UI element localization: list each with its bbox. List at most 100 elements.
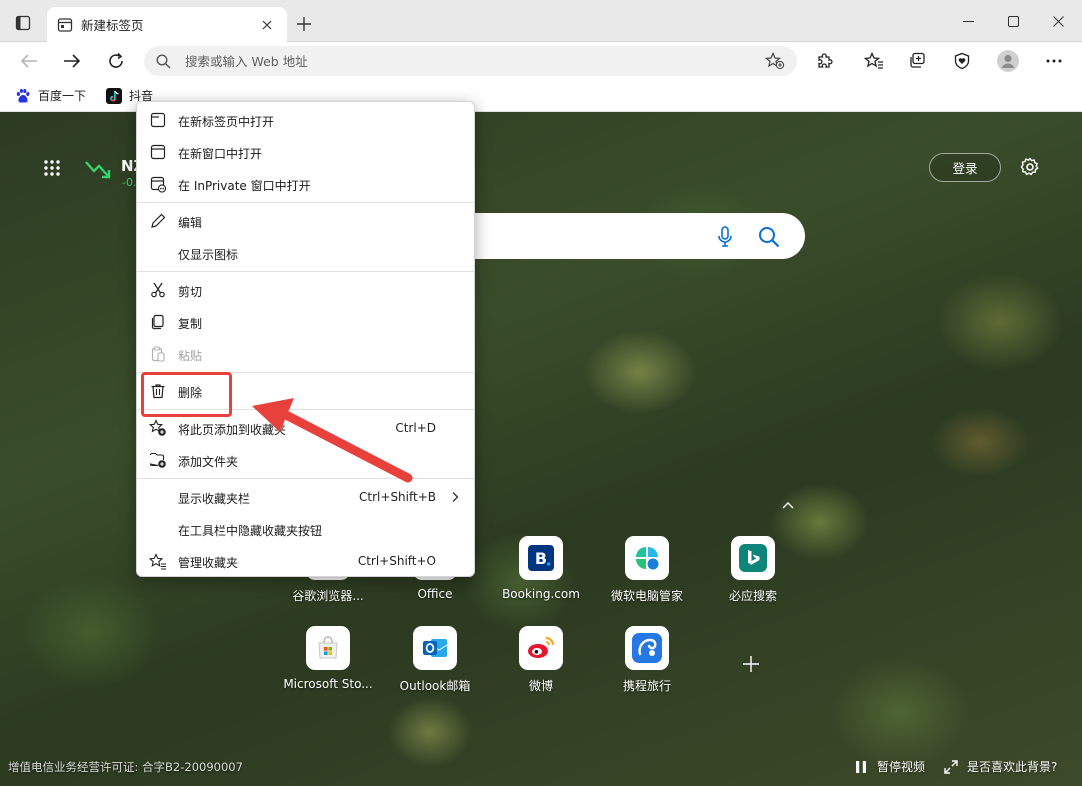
like-background-button[interactable]: 是否喜欢此背景? [943,758,1057,775]
add-quick-link-button[interactable] [735,648,767,680]
stock-change: -0. [122,176,137,189]
collapse-tiles-button[interactable] [777,495,799,515]
baidu-icon [15,88,31,104]
new-tab-page-icon [57,17,73,33]
arrow-left-icon [20,54,37,68]
menu-hide-favorites-button[interactable]: 在工具栏中隐藏收藏夹按钮 [137,513,474,545]
quick-link-tile[interactable]: 微软电脑管家 [599,536,695,610]
menu-item-label: 在工具栏中隐藏收藏夹按钮 [178,524,323,538]
browser-essentials-button[interactable] [947,46,977,76]
maximize-icon [1007,15,1019,27]
new-tab-button[interactable] [291,11,317,37]
copy-icon [149,313,167,331]
store-icon [306,626,350,670]
favorites-button[interactable] [859,46,889,76]
menu-paste[interactable]: 粘贴 [137,338,474,370]
profile-button[interactable] [993,46,1023,76]
search-icon [759,227,780,248]
app-launcher-button[interactable] [38,154,66,182]
favorite-item-baidu[interactable]: 百度一下 [12,84,89,108]
menu-item-label: 管理收藏夹 [178,556,239,570]
more-icon [1046,59,1062,63]
close-icon [1052,15,1064,27]
favorites-icon [864,52,883,69]
address-input[interactable] [185,53,765,69]
license-text: 增值电信业务经营许可证: 合字B2-20090007 [8,760,243,774]
gear-icon [1020,157,1039,176]
microphone-icon [718,226,732,247]
add-favorite-icon [149,419,167,437]
pause-icon [853,759,869,775]
quick-link-label: 必应搜索 [728,589,777,603]
toolbar [0,42,1082,80]
outlook-icon [413,626,457,670]
trend-down-icon [85,161,111,179]
quick-link-tile[interactable]: 微博 [493,626,589,700]
minimize-button[interactable] [953,8,983,34]
menu-open-new-tab[interactable]: 在新标签页中打开 [137,104,474,136]
heart-shield-icon [954,52,970,70]
ctrip-icon [625,626,669,670]
add-favorite-icon[interactable] [765,52,785,70]
quick-link-label: 微博 [528,679,553,693]
page-settings-button[interactable] [1016,153,1044,181]
settings-more-button[interactable] [1039,46,1069,76]
arrow-right-icon [64,54,81,68]
like-background-label: 是否喜欢此背景? [967,760,1058,774]
avatar-icon [997,50,1019,72]
minimize-icon [962,20,974,22]
menu-cut[interactable]: 剪切 [137,274,474,306]
annotation-arrow [252,398,413,483]
highlight-box [141,372,232,417]
extensions-button[interactable] [810,46,840,76]
menu-open-inprivate[interactable]: 在 InPrivate 窗口中打开 [137,168,474,200]
close-window-button[interactable] [1043,8,1073,34]
quick-link-label: 微软电脑管家 [610,589,683,603]
quick-link-tile[interactable]: 携程旅行 [599,626,695,700]
menu-edit[interactable]: 编辑 [137,205,474,237]
login-button[interactable]: 登录 [929,153,1001,182]
quick-link-tile[interactable]: 必应搜索 [705,536,801,610]
booking-icon: B [519,536,563,580]
collections-button[interactable] [903,46,933,76]
quick-link-label: Office [417,587,453,601]
pause-video-button[interactable]: 暂停视频 [853,758,925,775]
menu-manage-favorites[interactable]: 管理收藏夹 Ctrl+Shift+O [137,545,474,577]
svg-text:B: B [535,549,547,568]
close-tab-button[interactable] [257,15,277,35]
menu-item-label: 仅显示图标 [178,248,239,262]
forward-button[interactable] [57,46,87,76]
refresh-icon [109,52,123,68]
bing-icon [731,536,775,580]
quick-link-tile[interactable]: B Booking.com [493,536,589,610]
tab-actions-icon [15,15,31,31]
tab-actions-button[interactable] [10,10,36,36]
menu-item-label: 编辑 [178,216,203,230]
refresh-button[interactable] [101,46,131,76]
quick-link-label: 谷歌浏览器... [292,589,364,603]
voice-search-button[interactable] [711,223,739,251]
address-bar[interactable] [144,46,797,76]
scissors-icon [149,281,167,299]
quick-link-tile[interactable]: Microsoft Sto... [280,626,376,700]
puzzle-icon [818,53,833,68]
manage-favorites-icon [149,552,167,570]
maximize-button[interactable] [998,8,1028,34]
inprivate-icon [149,175,167,193]
menu-separator [137,202,474,203]
quick-link-tile[interactable]: Outlook邮箱 [387,626,483,700]
quick-link-label: Outlook邮箱 [399,679,471,693]
back-button[interactable] [14,46,44,76]
plus-icon [297,17,311,31]
pause-video-label: 暂停视频 [877,760,926,774]
menu-show-icons-only[interactable]: 仅显示图标 [137,237,474,269]
chevron-right-icon [452,492,459,502]
close-icon [262,20,272,29]
menu-copy[interactable]: 复制 [137,306,474,338]
web-search-button[interactable] [754,222,784,252]
menu-open-new-window[interactable]: 在新窗口中打开 [137,136,474,168]
pencil-icon [149,212,167,230]
tab-active[interactable]: 新建标签页 [47,7,287,42]
web-search-box[interactable] [420,213,805,259]
background-controls: 暂停视频 是否喜欢此背景? [853,758,1075,775]
